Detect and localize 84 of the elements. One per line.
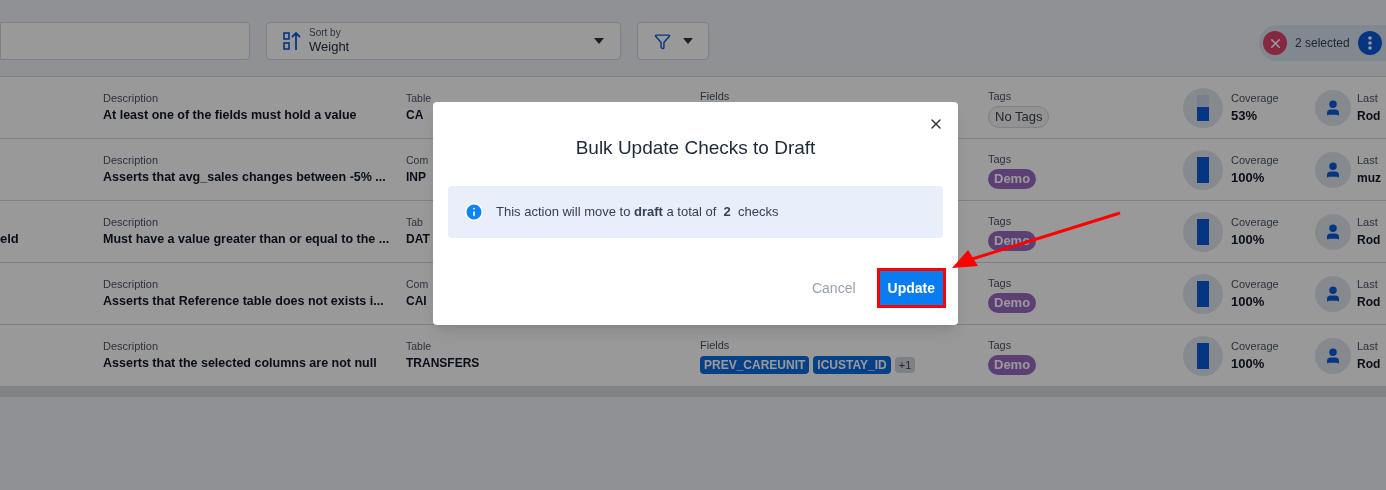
caret-icon	[682, 38, 693, 44]
tags-label: Tags	[988, 88, 1012, 104]
last-label: Last	[1357, 215, 1379, 231]
table-name: CA	[406, 107, 424, 125]
user-name: Rod	[1357, 231, 1381, 249]
user-name: Rod	[1357, 293, 1381, 311]
user-avatar-icon	[1315, 89, 1351, 126]
tag-chip: Demo	[988, 293, 1037, 313]
user-name: Rod	[1357, 107, 1381, 125]
tags-label: Tags	[988, 213, 1012, 229]
more-count-chip: +1	[894, 356, 916, 373]
table-label: Com	[406, 152, 429, 168]
last-label: Last	[1357, 339, 1379, 355]
coverage-label: Coverage	[1231, 90, 1279, 106]
info-icon	[464, 201, 484, 222]
filter-button[interactable]	[637, 22, 709, 60]
table-name: INP	[406, 169, 426, 187]
table-label: Com	[406, 276, 429, 292]
clear-selection-button[interactable]	[1263, 31, 1287, 55]
coverage-label: Coverage	[1231, 152, 1279, 168]
description-text: At least one of the fields must hold a value	[103, 107, 358, 125]
sort-value: Weight	[309, 39, 350, 56]
description-label: Description	[103, 276, 160, 292]
coverage-icon	[1183, 335, 1223, 376]
user-avatar-icon	[1315, 275, 1351, 312]
description-text: Must have a value greater than or equal to the ...	[103, 231, 391, 249]
selection-count: 2 selected	[1295, 35, 1350, 52]
description-label: Description	[103, 90, 160, 106]
user-name: muz	[1357, 169, 1381, 187]
coverage-icon	[1183, 273, 1223, 314]
description-label: Description	[103, 338, 160, 354]
coverage-label: Coverage	[1231, 338, 1279, 354]
description-text: Asserts that avg_sales changes between -5% ...	[103, 169, 387, 187]
more-dots-icon	[1367, 36, 1372, 50]
coverage-value: 100%	[1231, 355, 1266, 373]
field-chip: ICUSTAY_ID	[813, 355, 891, 374]
user-avatar-icon	[1315, 151, 1351, 188]
tags-label: Tags	[988, 151, 1012, 167]
coverage-value: 53%	[1231, 107, 1259, 125]
horizontal-scrollbar[interactable]	[0, 387, 1386, 397]
tag-chip: Demo	[988, 169, 1037, 189]
tags-label: Tags	[988, 275, 1012, 291]
table-label: Tab	[406, 214, 423, 230]
tags-label: Tags	[988, 337, 1012, 353]
last-label: Last	[1357, 91, 1379, 107]
coverage-icon	[1183, 211, 1223, 252]
table-label: Table	[406, 90, 432, 106]
coverage-label: Coverage	[1231, 276, 1279, 292]
search-field[interactable]	[0, 22, 250, 60]
caret-icon	[594, 38, 604, 44]
last-label: Last	[1357, 277, 1379, 293]
dialog-title: Bulk Update Checks to Draft	[574, 136, 817, 160]
filter-icon	[653, 32, 671, 50]
coverage-icon	[1183, 87, 1223, 128]
sort-label: Sort by	[309, 26, 341, 40]
coverage-value: 100%	[1231, 231, 1266, 249]
fields-label: Fields	[700, 88, 730, 104]
user-avatar-icon	[1315, 337, 1351, 374]
info-message: This action will move to draft a total of 2 checks	[496, 202, 779, 221]
table-name: CAI	[406, 293, 427, 311]
fields-label: Fields	[700, 338, 730, 354]
last-label: Last	[1357, 153, 1379, 169]
user-name: Rod	[1357, 355, 1381, 373]
tag-chip: No Tags	[988, 106, 1050, 128]
update-button[interactable]: Update	[879, 271, 943, 305]
coverage-label: Coverage	[1231, 214, 1279, 230]
description-label: Description	[103, 152, 160, 168]
description-text: Asserts that the selected columns are not null	[103, 355, 378, 373]
coverage-icon	[1183, 149, 1223, 190]
sort-dropdown[interactable]: Sort by Weight	[266, 22, 621, 60]
coverage-value: 100%	[1231, 169, 1266, 187]
cancel-button[interactable]: Cancel	[811, 277, 856, 299]
coverage-value: 100%	[1231, 293, 1266, 311]
more-options-button[interactable]	[1357, 31, 1382, 55]
table-name: DAT	[406, 231, 430, 249]
tag-chip: Demo	[988, 355, 1037, 375]
field-chip: PREV_CAREUNIT	[700, 355, 810, 374]
table-name: TRANSFERS	[406, 355, 480, 373]
cell-text: eld	[0, 230, 19, 246]
user-avatar-icon	[1315, 213, 1351, 250]
description-text: Asserts that Reference table does not exists i...	[103, 293, 385, 311]
table-label: Table	[406, 338, 432, 354]
sort-numeric-icon	[283, 31, 301, 51]
description-label: Description	[103, 214, 160, 230]
